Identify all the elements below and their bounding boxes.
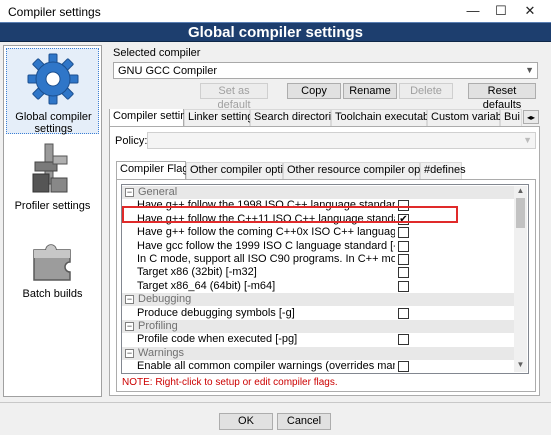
- flag-row[interactable]: Enable all common compiler warnings (ove…: [122, 360, 515, 373]
- scroll-down-icon[interactable]: ▼: [514, 360, 527, 371]
- puzzle-icon: [32, 244, 71, 281]
- set-as-default-button[interactable]: Set as default: [200, 83, 268, 111]
- copy-button[interactable]: Copy: [287, 83, 341, 99]
- policy-select[interactable]: ▼: [147, 132, 536, 149]
- compiler-settings-panel: Policy: ▼ Compiler Flags Other compiler …: [109, 126, 540, 396]
- scroll-up-icon[interactable]: ▲: [514, 186, 527, 197]
- caliper-icon: [32, 143, 67, 193]
- flag-row[interactable]: Target x86_64 (64bit) [-m64]: [122, 280, 515, 293]
- delete-button[interactable]: Delete: [399, 83, 453, 99]
- category-row[interactable]: − Debugging: [122, 293, 515, 307]
- flags-property-grid: − General Have g++ follow the 1998 ISO C++…: [121, 184, 529, 374]
- compiler-select[interactable]: GNU GCC Compiler ▼: [113, 62, 538, 79]
- flag-checkbox[interactable]: [398, 280, 409, 292]
- flag-row[interactable]: Profile code when executed [-pg]: [122, 333, 515, 346]
- collapse-icon[interactable]: −: [125, 348, 134, 358]
- flag-label: Produce debugging symbols [-g]: [137, 306, 295, 319]
- chevron-down-icon: ▼: [525, 65, 534, 75]
- category-label: Warnings: [138, 346, 185, 359]
- flag-checkbox[interactable]: [398, 334, 409, 346]
- policy-label: Policy:: [115, 135, 148, 147]
- flag-row[interactable]: Target x86 (32bit) [-m32]: [122, 266, 515, 279]
- category-label: General: [138, 186, 178, 198]
- flag-label: Have g++ follow the coming C++0x ISO C++…: [137, 226, 395, 239]
- flag-label: Profile code when executed [-pg]: [137, 333, 298, 346]
- sidebar-item-label: Batch builds: [22, 288, 83, 300]
- tab-compiler-flags[interactable]: Compiler Flags: [116, 161, 194, 180]
- gear-icon: [27, 53, 78, 105]
- sidebar-item-profiler[interactable]: Profiler settings: [6, 140, 99, 212]
- flag-checkbox[interactable]: [398, 307, 409, 319]
- main-tab-strip: Compiler settings Linker settings Search…: [109, 109, 540, 127]
- chevron-down-icon: ▼: [523, 135, 532, 145]
- tab-toolchain-executables[interactable]: Toolchain executables: [331, 109, 443, 126]
- page-title: Global compiler settings: [187, 24, 364, 41]
- title-bar: Compiler settings — ☐ ✕: [0, 0, 551, 22]
- flag-checkbox[interactable]: [398, 227, 409, 239]
- minimize-button[interactable]: —: [458, 0, 488, 22]
- flag-label: Have g++ follow the 1998 ISO C++ languag…: [137, 199, 395, 212]
- flag-label: Have g++ follow the C++11 ISO C++ langua…: [137, 212, 395, 225]
- flag-row[interactable]: Have g++ follow the C++11 ISO C++ langua…: [122, 213, 515, 226]
- dialog-footer: OK Cancel: [0, 402, 551, 435]
- flag-checkbox[interactable]: [398, 254, 409, 265]
- compiler-select-value: GNU GCC Compiler: [118, 65, 218, 77]
- maximize-button[interactable]: ☐: [486, 0, 516, 22]
- flag-label: Target x86 (32bit) [-m32]: [137, 266, 257, 279]
- flag-row[interactable]: Have g++ follow the 1998 ISO C++ languag…: [122, 199, 515, 212]
- flag-label: Enable all common compiler warnings (ove…: [137, 360, 395, 373]
- sidebar-item-batch-builds[interactable]: Batch builds: [6, 232, 99, 302]
- sidebar-item-label: Profiler settings: [14, 200, 91, 212]
- sidebar-item-global-compiler[interactable]: Global compiler settings: [6, 48, 99, 135]
- close-button[interactable]: ✕: [515, 0, 545, 22]
- cancel-button[interactable]: Cancel: [277, 413, 331, 430]
- flag-checkbox[interactable]: [398, 240, 409, 252]
- category-label: Debugging: [138, 293, 192, 306]
- selected-compiler-label: Selected compiler: [113, 47, 201, 59]
- header-banner: Global compiler settings: [0, 22, 551, 42]
- tab-build-options[interactable]: Bui: [500, 109, 522, 126]
- tab-defines[interactable]: #defines: [420, 162, 466, 179]
- flag-label: In C mode, support all ISO C90 programs.…: [137, 253, 395, 265]
- flag-checkbox[interactable]: [398, 361, 409, 373]
- right-click-note: NOTE: Right-click to setup or edit compi…: [122, 377, 338, 388]
- tab-other-compiler-options[interactable]: Other compiler options: [186, 162, 301, 179]
- category-label: Profiling: [138, 320, 178, 332]
- collapse-icon[interactable]: −: [125, 295, 134, 305]
- ok-button[interactable]: OK: [219, 413, 273, 430]
- flag-checkbox[interactable]: [398, 200, 409, 212]
- tab-custom-variables[interactable]: Custom variables: [427, 109, 516, 126]
- sub-tab-strip: Compiler Flags Other compiler options Ot…: [116, 161, 536, 180]
- reset-defaults-button[interactable]: Reset defaults: [468, 83, 536, 111]
- scrollbar-thumb[interactable]: [516, 198, 525, 228]
- flag-label: Target x86_64 (64bit) [-m64]: [137, 279, 276, 292]
- category-row[interactable]: − Warnings: [122, 346, 515, 360]
- window-title: Compiler settings: [8, 5, 101, 19]
- tab-scroll-arrows[interactable]: ◂▸: [523, 110, 539, 124]
- flag-row[interactable]: In C mode, support all ISO C90 programs.…: [122, 253, 515, 266]
- category-row[interactable]: − Profiling: [122, 320, 515, 333]
- tab-linker-settings[interactable]: Linker settings: [184, 109, 259, 126]
- tab-compiler-settings[interactable]: Compiler settings: [109, 109, 198, 127]
- category-row[interactable]: − General: [122, 186, 515, 199]
- flag-row[interactable]: Produce debugging symbols [-g]: [122, 307, 515, 320]
- flag-row[interactable]: Have g++ follow the coming C++0x ISO C++…: [122, 226, 515, 239]
- collapse-icon[interactable]: −: [125, 188, 134, 197]
- flag-label: Have gcc follow the 1999 ISO C language …: [137, 239, 395, 252]
- tab-other-resource-compiler-options[interactable]: Other resource compiler options: [283, 162, 444, 179]
- flag-row[interactable]: Have gcc follow the 1999 ISO C language …: [122, 240, 515, 253]
- flag-checkbox[interactable]: [398, 267, 409, 279]
- settings-sidebar: Global compiler settings Profiler settin…: [3, 45, 102, 397]
- flag-checkbox[interactable]: ✔: [398, 213, 409, 225]
- tab-search-directories[interactable]: Search directories: [250, 109, 343, 126]
- sidebar-item-label: Global compiler settings: [15, 111, 92, 135]
- flags-scrollbar[interactable]: ▲ ▼: [514, 186, 527, 372]
- compiler-flags-page: − General Have g++ follow the 1998 ISO C++…: [116, 179, 536, 392]
- rename-button[interactable]: Rename: [343, 83, 397, 99]
- collapse-icon[interactable]: −: [125, 322, 134, 331]
